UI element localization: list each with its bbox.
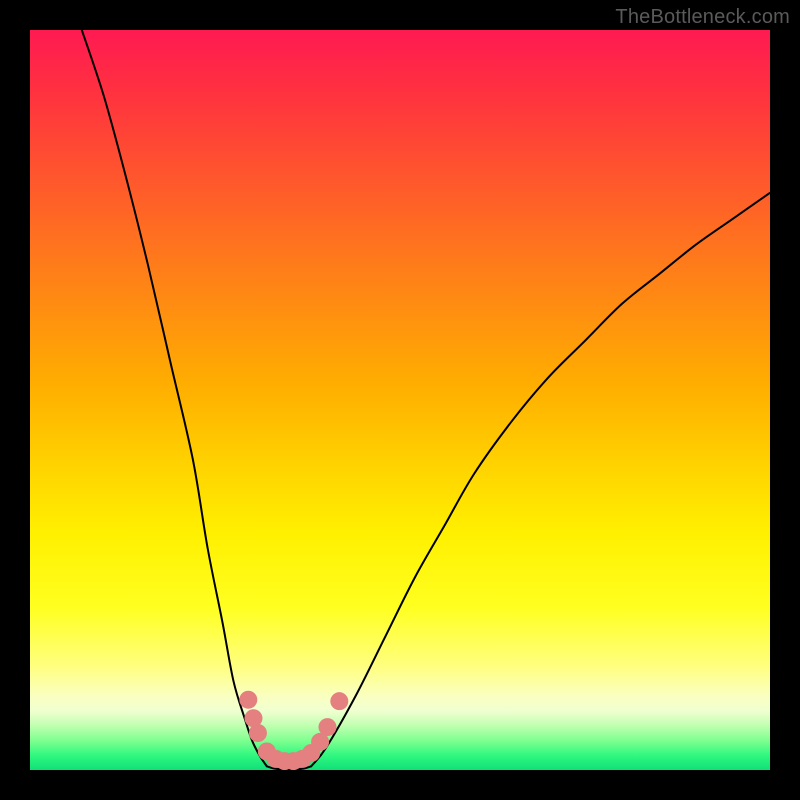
marker-dot [318,718,336,736]
curve-left-curve [82,30,267,766]
marker-dot [239,691,257,709]
marker-dot [249,724,267,742]
marker-dot [330,692,348,710]
plot-area [30,30,770,770]
chart-svg [30,30,770,770]
curve-right-curve [311,193,770,767]
watermark-text: TheBottleneck.com [615,6,790,29]
chart-frame: TheBottleneck.com [0,0,800,800]
